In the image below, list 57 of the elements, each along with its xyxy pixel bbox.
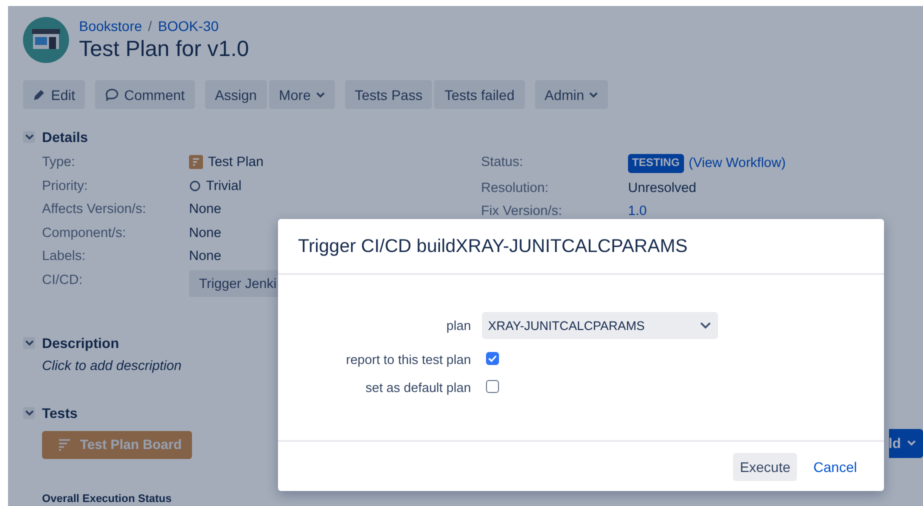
lines-icon (58, 438, 71, 451)
field-label: Labels: (42, 248, 87, 265)
chevron-icon (24, 340, 34, 346)
plan-select[interactable]: XRAY-JUNITCALCPARAMS (482, 312, 718, 339)
section-heading[interactable]: Description (23, 334, 120, 351)
field-label: set as default plan (364, 380, 471, 395)
view-workflow-link[interactable]: (View Workflow) (688, 155, 786, 172)
dialog-title: Trigger CI/CD buildXRAY-JUNITCALCPARAMS (298, 235, 689, 257)
toolbar-button[interactable]: Admin (534, 80, 608, 109)
field-value: None (189, 201, 222, 218)
trigger-jenkins-button[interactable]: Trigger Jenki (189, 270, 279, 297)
chevron-down-icon (700, 322, 711, 329)
subheading: Overall Execution Status (42, 492, 173, 505)
chevron-icon (24, 410, 34, 416)
chevron-down-icon (907, 440, 916, 446)
checkbox[interactable] (486, 352, 499, 365)
toolbar-button[interactable]: Edit (23, 80, 86, 109)
field-value: Test Plan (208, 154, 264, 171)
section-heading[interactable]: Details (23, 129, 88, 145)
fix-version-link[interactable]: 1.0 (628, 203, 647, 220)
test-plan-icon (189, 155, 203, 170)
field-label: Type: (42, 154, 76, 171)
store-avatar-icon (23, 17, 69, 63)
field-label: Priority: (42, 178, 89, 194)
section-heading[interactable]: Tests (23, 404, 78, 421)
field-label: report to this test plan (344, 352, 471, 367)
toolbar-button[interactable]: Tests Pass (344, 80, 432, 109)
toolbar-button[interactable]: Assign (204, 80, 267, 109)
toolbar-button[interactable]: Tests failed (434, 80, 524, 109)
status-lozenge: TESTING (628, 154, 684, 173)
circle-icon (189, 180, 201, 192)
field-value: None (189, 224, 222, 242)
field-label: Component/s: (42, 224, 128, 242)
breadcrumb-separator: / (148, 18, 152, 34)
comment-icon (105, 88, 120, 101)
field-label: Affects Version/s: (42, 201, 148, 218)
field-value: Trivial (206, 178, 242, 194)
chevron-down-icon (589, 92, 598, 98)
toolbar-button[interactable]: More (268, 80, 335, 109)
add-button[interactable]: ld (888, 428, 923, 458)
field-label: CI/CD: (42, 272, 84, 289)
execute-button[interactable]: Execute (732, 452, 798, 480)
field-value: Unresolved (628, 180, 698, 196)
pencil-icon (33, 88, 46, 101)
chevron-icon (24, 134, 34, 140)
breadcrumb-link[interactable]: Bookstore (79, 18, 142, 34)
field-label: Status: (481, 154, 524, 171)
cancel-link[interactable]: Cancel (806, 452, 864, 480)
issue-title: Test Plan for v1.0 (79, 36, 249, 62)
field-label: plan (445, 318, 471, 333)
breadcrumb-link[interactable]: BOOK-30 (158, 18, 219, 34)
field-label: Resolution: (481, 180, 550, 196)
field-value: None (189, 248, 222, 265)
chevron-down-icon (316, 92, 325, 98)
toolbar-button[interactable]: Comment (95, 80, 195, 109)
field-label: Fix Version/s: (481, 203, 564, 220)
checkbox[interactable] (486, 380, 499, 393)
